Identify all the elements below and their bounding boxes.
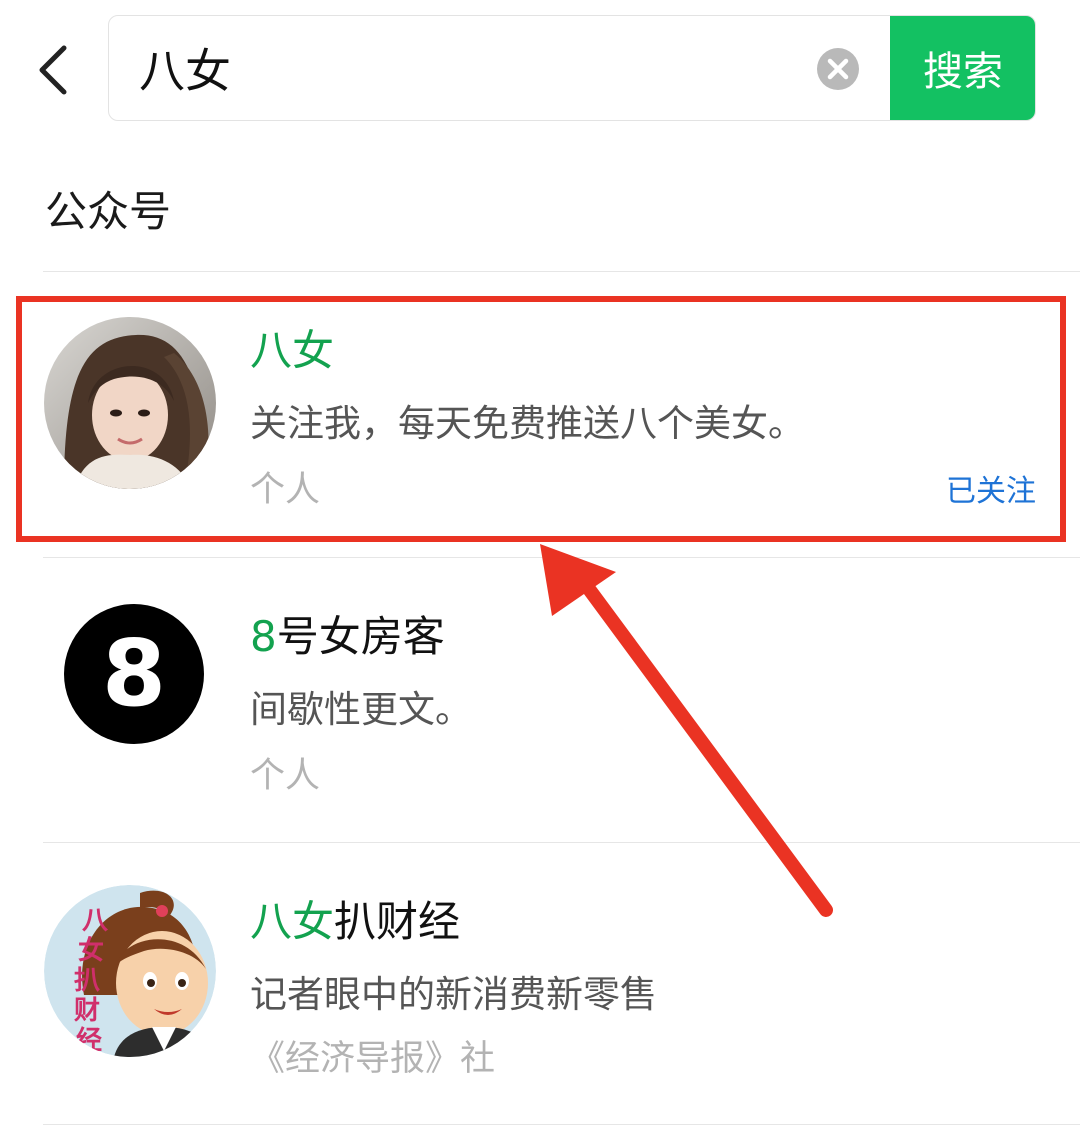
search-box: 搜索	[108, 15, 1036, 121]
svg-text:财: 财	[74, 996, 100, 1026]
name-highlight: 八女	[250, 326, 335, 375]
result-type: 《经济导报》社	[250, 1039, 496, 1079]
svg-text:经: 经	[76, 1025, 102, 1056]
result-item[interactable]: 八 女 扒 财 经 八女扒财经 记者眼中的新消费新零售 《经济导报》社	[0, 843, 1080, 1123]
search-button[interactable]: 搜索	[890, 16, 1035, 120]
result-type: 个人	[250, 756, 321, 796]
followed-status[interactable]: 已关注	[946, 472, 1036, 512]
result-description: 间歇性更文。	[250, 688, 472, 731]
result-item[interactable]: 八女 关注我，每天免费推送八个美女。 个人 已关注	[0, 272, 1080, 552]
avatar: 8	[64, 604, 204, 744]
top-bar: 搜索	[0, 0, 1080, 140]
name-rest: 号女房客	[276, 612, 445, 661]
result-item[interactable]: 8 8号女房客 间歇性更文。 个人	[0, 558, 1080, 838]
back-arrow-icon[interactable]	[28, 40, 84, 100]
section-title: 公众号	[45, 187, 172, 236]
divider	[43, 1124, 1080, 1125]
name-highlight: 八女	[250, 897, 335, 946]
name-rest: 扒财经	[334, 897, 461, 946]
search-input[interactable]	[139, 28, 799, 108]
result-name: 八女	[250, 323, 334, 379]
result-description: 记者眼中的新消费新零售	[250, 973, 657, 1016]
svg-text:扒: 扒	[74, 966, 100, 996]
svg-text:女: 女	[78, 935, 104, 966]
avatar	[44, 317, 216, 489]
result-description: 关注我，每天免费推送八个美女。	[250, 402, 805, 445]
svg-text:八: 八	[82, 906, 109, 936]
result-name: 8号女房客	[250, 609, 445, 665]
result-name: 八女扒财经	[250, 894, 460, 950]
clear-icon[interactable]	[817, 48, 859, 90]
avatar: 八 女 扒 财 经	[44, 885, 216, 1057]
avatar-number: 8	[101, 620, 166, 727]
result-type: 个人	[250, 470, 321, 510]
name-highlight: 8	[250, 612, 277, 661]
